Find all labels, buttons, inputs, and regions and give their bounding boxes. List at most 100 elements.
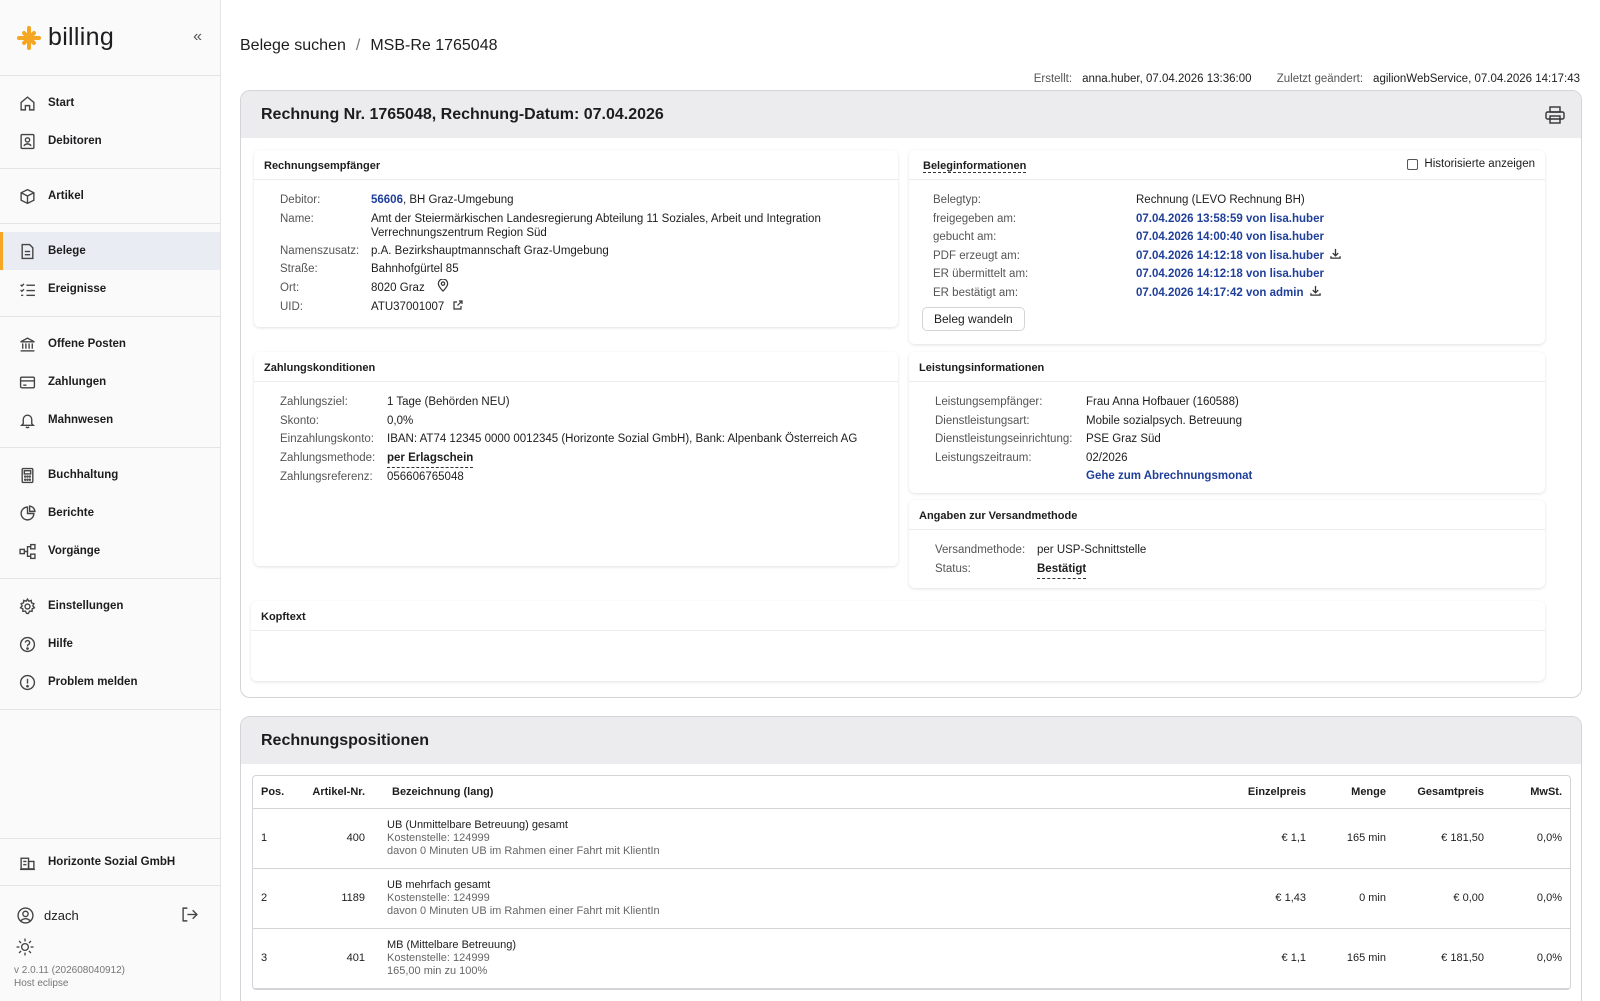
column-header[interactable]: Artikel-Nr. bbox=[301, 776, 373, 809]
sidebar-item-mahnwesen[interactable]: Mahnwesen bbox=[0, 401, 220, 439]
abrechnungsmonat-link[interactable]: Gehe zum Abrechnungsmonat bbox=[1086, 470, 1252, 482]
column-header[interactable]: Gesamtpreis bbox=[1394, 776, 1492, 809]
shipping-status[interactable]: Bestätigt bbox=[1037, 560, 1087, 579]
workflow-icon bbox=[18, 542, 36, 560]
map-pin-icon[interactable] bbox=[437, 277, 449, 299]
sidebar-item-hilfe[interactable]: Hilfe bbox=[0, 625, 220, 663]
sidebar-item-label: Artikel bbox=[48, 190, 84, 202]
shipping-title: Angaben zur Versandmethode bbox=[909, 500, 1545, 530]
invoice-card: Rechnung Nr. 1765048, Rechnung-Datum: 07… bbox=[240, 90, 1582, 698]
history-link[interactable]: 07.04.2026 14:00:40 von lisa.huber bbox=[1136, 228, 1324, 247]
position-cost-center: Kostenstelle: 124999 bbox=[387, 831, 490, 844]
position-name: UB mehrfach gesamt bbox=[387, 878, 491, 891]
cell-total: € 181,50 bbox=[1394, 808, 1492, 869]
user-row: dzach bbox=[0, 899, 220, 931]
sidebar: billing « Start Debitoren Artikel Belege Ere… bbox=[0, 0, 221, 1001]
audit-meta: Erstellt: anna.huber, 07.04.2026 13:36:00… bbox=[1033, 73, 1580, 85]
sidebar-item-artikel[interactable]: Artikel bbox=[0, 177, 220, 215]
kv-value: 1 Tage (Behörden NEU) bbox=[387, 396, 510, 408]
cell-qty: 165 min bbox=[1314, 808, 1394, 869]
sidebar-item-label: Ereignisse bbox=[48, 283, 107, 295]
recipient-title: Rechnungsempfänger bbox=[254, 150, 898, 180]
cell-total: € 0,00 bbox=[1394, 868, 1492, 929]
logo[interactable]: billing « bbox=[0, 0, 220, 76]
kv-row: ER bestätigt am: 07.04.2026 14:17:42 von … bbox=[933, 284, 1545, 303]
sidebar-item-belege[interactable]: Belege bbox=[0, 232, 220, 270]
sidebar-item-start[interactable]: Start bbox=[0, 84, 220, 122]
column-header[interactable]: Pos. bbox=[253, 776, 301, 809]
kv-value[interactable]: per Erlagschein bbox=[387, 449, 474, 468]
beleginfo-title[interactable]: Beleginformationen bbox=[923, 160, 1027, 173]
breadcrumb-current: MSB-Re 1765048 bbox=[370, 37, 498, 54]
column-header[interactable]: Bezeichnung (lang) bbox=[373, 776, 1204, 809]
recipient-panel: Rechnungsempfänger Debitor: 56606, BH Gra… bbox=[254, 150, 898, 327]
cell-qty: 165 min bbox=[1314, 928, 1394, 989]
breadcrumb-parent[interactable]: Belege suchen bbox=[240, 37, 346, 54]
download-icon[interactable] bbox=[1309, 284, 1321, 303]
nav-group: Einstellungen Hilfe Problem melden bbox=[0, 579, 220, 710]
sidebar-item-berichte[interactable]: Berichte bbox=[0, 494, 220, 532]
theme-toggle-sun-icon[interactable] bbox=[16, 938, 34, 956]
table-row[interactable]: 1 400 UB (Unmittelbare Betreuung) gesamt K… bbox=[253, 808, 1570, 869]
sidebar-item-offene-posten[interactable]: Offene Posten bbox=[0, 325, 220, 363]
collapse-sidebar-icon[interactable]: « bbox=[193, 28, 202, 46]
cell-price: € 1,43 bbox=[1204, 868, 1314, 929]
document-icon bbox=[18, 242, 36, 260]
sidebar-item-ereignisse[interactable]: Ereignisse bbox=[0, 270, 220, 308]
table-row[interactable]: 2 1189 UB mehrfach gesamt Kostenstelle: 12… bbox=[253, 868, 1570, 929]
column-header[interactable]: MwSt. bbox=[1492, 776, 1570, 809]
sidebar-item-problem-melden[interactable]: Problem melden bbox=[0, 663, 220, 701]
kv-value: Mobile sozialpsych. Betreuung bbox=[1086, 414, 1242, 427]
history-checkbox[interactable]: Historisierte anzeigen bbox=[1407, 158, 1535, 170]
kv-row: Leistungsempfänger: Frau Anna Hofbauer (1… bbox=[935, 393, 1545, 412]
column-header[interactable]: Einzelpreis bbox=[1204, 776, 1314, 809]
company-name: Horizonte Sozial GmbH bbox=[48, 856, 176, 868]
beleg-wandeln-button[interactable]: Beleg wandeln bbox=[922, 307, 1025, 331]
nav-group: Artikel bbox=[0, 169, 220, 224]
history-link[interactable]: 07.04.2026 13:58:59 von lisa.huber bbox=[1136, 210, 1324, 229]
position-cost-center: Kostenstelle: 124999 bbox=[387, 891, 490, 904]
sidebar-item-vorgänge[interactable]: Vorgänge bbox=[0, 532, 220, 570]
positions-table: Pos. Artikel-Nr. Bezeichnung (lang) Einzelp… bbox=[253, 776, 1570, 989]
print-icon[interactable] bbox=[1545, 106, 1565, 124]
position-detail: davon 0 Minuten UB im Rahmen einer Fahrt… bbox=[387, 844, 660, 857]
kopftext-title: Kopftext bbox=[251, 601, 1545, 631]
company-switcher[interactable]: Horizonte Sozial GmbH bbox=[0, 838, 220, 886]
cell-description: MB (Mittelbare Betreuung) Kostenstelle: … bbox=[373, 928, 1204, 989]
nav-group: Belege Ereignisse bbox=[0, 224, 220, 317]
cell-art: 1189 bbox=[301, 868, 373, 929]
sidebar-item-label: Buchhaltung bbox=[48, 469, 119, 481]
debitor-link[interactable]: 56606 bbox=[371, 194, 403, 206]
user-icon bbox=[16, 906, 34, 924]
sidebar-item-einstellungen[interactable]: Einstellungen bbox=[0, 587, 220, 625]
history-link[interactable]: 07.04.2026 14:12:18 von lisa.huber bbox=[1136, 265, 1324, 284]
kv-value: IBAN: AT74 12345 0000 0012345 (Horizonte… bbox=[387, 433, 858, 445]
history-link[interactable]: 07.04.2026 14:12:18 von lisa.huber bbox=[1136, 247, 1324, 266]
logout-icon[interactable] bbox=[181, 906, 198, 926]
sidebar-item-label: Debitoren bbox=[48, 135, 102, 147]
sidebar-item-debitoren[interactable]: Debitoren bbox=[0, 122, 220, 160]
sidebar-item-zahlungen[interactable]: Zahlungen bbox=[0, 363, 220, 401]
kv-value: 0,0% bbox=[387, 414, 414, 427]
history-link[interactable]: 07.04.2026 14:17:42 von admin bbox=[1136, 284, 1304, 303]
sidebar-item-label: Mahnwesen bbox=[48, 414, 114, 426]
column-header[interactable]: Menge bbox=[1314, 776, 1394, 809]
kv-row: Einzahlungskonto: IBAN: AT74 12345 0000 0… bbox=[280, 430, 898, 449]
kv-value: 056606765048 bbox=[387, 471, 464, 483]
invoice-title: Rechnung Nr. 1765048, Rechnung-Datum: 07… bbox=[241, 91, 1581, 138]
history-checkbox-box[interactable] bbox=[1407, 158, 1419, 170]
download-icon[interactable] bbox=[1330, 247, 1341, 266]
kv-row: Leistungszeitraum: 02/2026 bbox=[935, 449, 1545, 468]
kv-row: Zahlungsziel: 1 Tage (Behörden NEU) bbox=[280, 393, 898, 412]
positions-title: Rechnungspositionen bbox=[241, 717, 1581, 764]
cell-art: 400 bbox=[301, 808, 373, 869]
kv-row: Dienstleistungsart: Mobile sozialpsych. B… bbox=[935, 412, 1545, 431]
sidebar-item-label: Offene Posten bbox=[48, 338, 126, 350]
position-name: UB (Unmittelbare Betreuung) gesamt bbox=[387, 818, 568, 831]
table-row[interactable]: 3 401 MB (Mittelbare Betreuung) Kostenstel… bbox=[253, 928, 1570, 989]
cell-pos: 3 bbox=[253, 928, 301, 989]
app-name: billing bbox=[48, 23, 115, 51]
sidebar-item-buchhaltung[interactable]: Buchhaltung bbox=[0, 456, 220, 494]
external-link-icon[interactable] bbox=[453, 298, 463, 317]
alert-icon bbox=[18, 673, 36, 691]
